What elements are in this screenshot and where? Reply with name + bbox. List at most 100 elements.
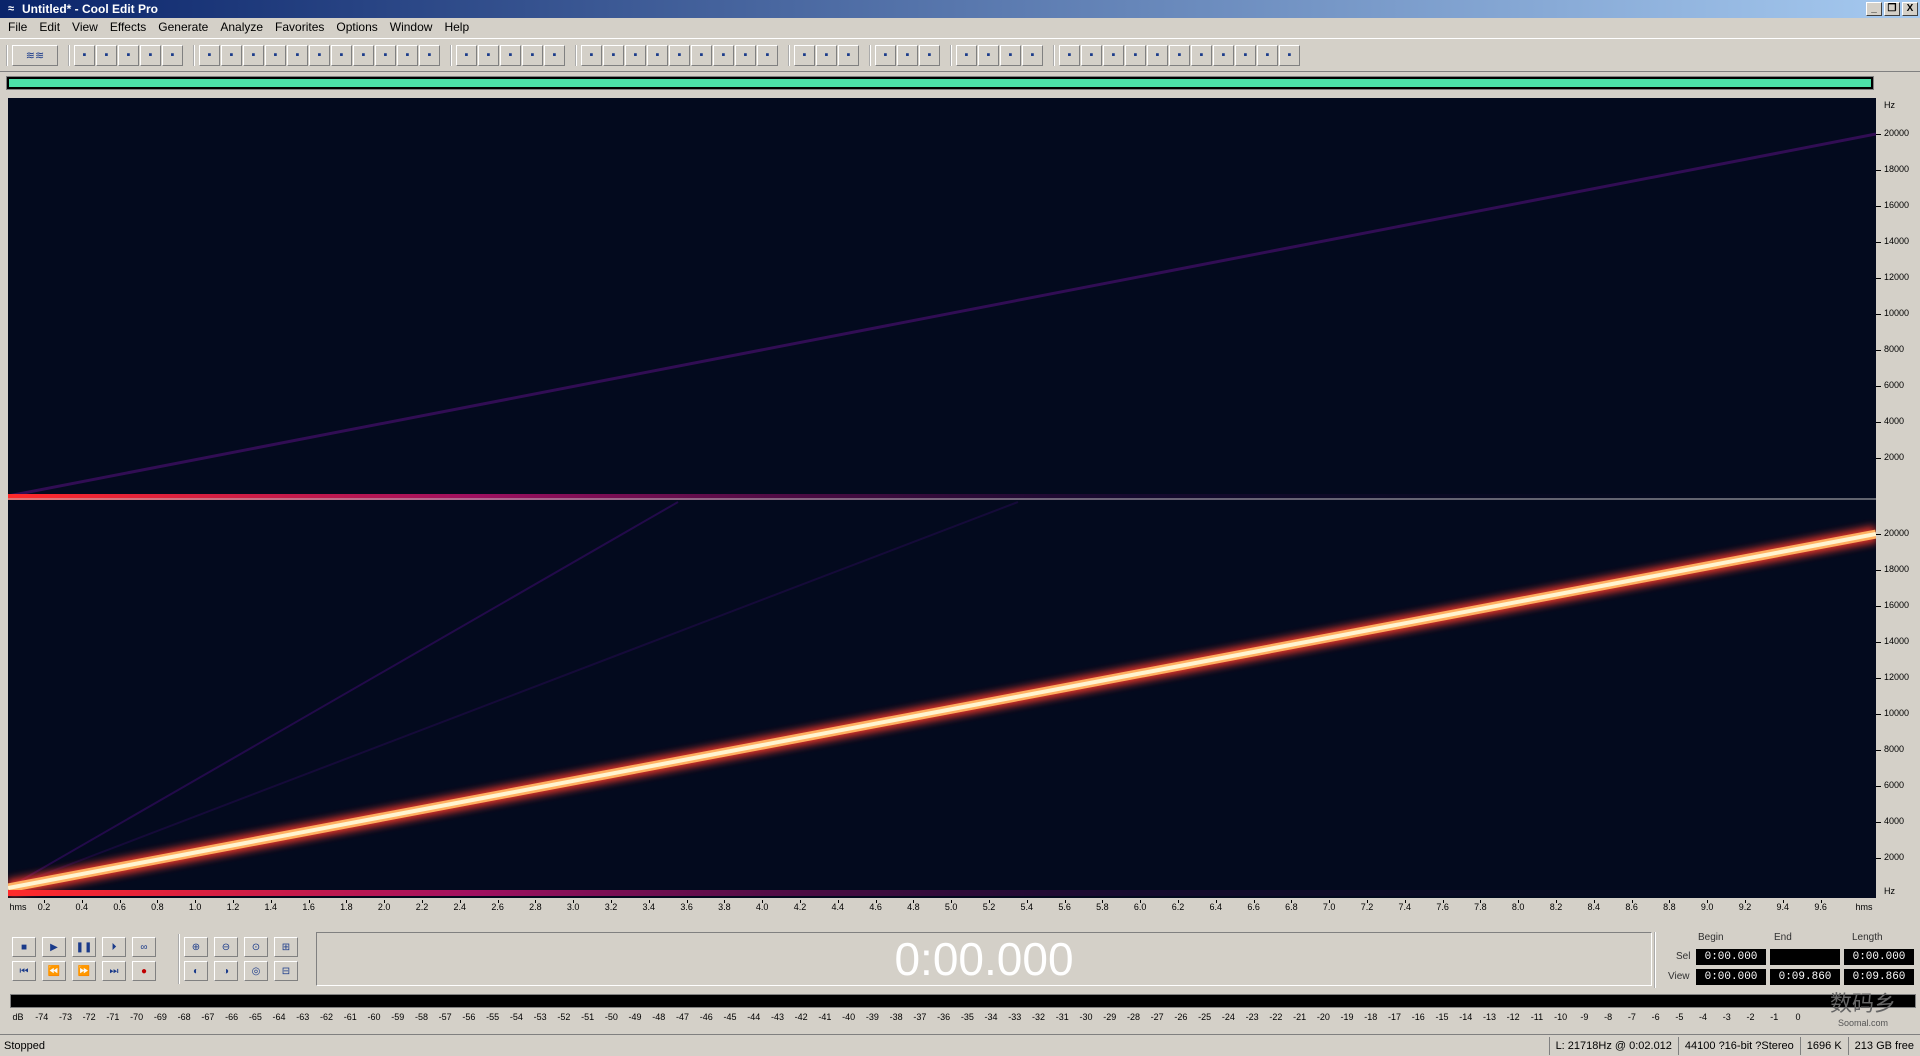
frequency-tick <box>1876 458 1881 459</box>
eq-icon[interactable]: ▪ <box>978 44 999 66</box>
sweep-icon[interactable]: ▪ <box>1213 44 1234 66</box>
frame-icon[interactable]: ▪ <box>713 44 734 66</box>
batch-icon[interactable]: ▪ <box>816 44 837 66</box>
play-icon[interactable]: ▪ <box>647 44 668 66</box>
app-window: ≈ Untitled* - Cool Edit Pro _ ❐ X File E… <box>0 0 1920 1056</box>
play-icon[interactable]: ▶ <box>42 937 66 957</box>
level-meter-label: -28 <box>1126 1012 1140 1022</box>
level-meter-label: -47 <box>676 1012 690 1022</box>
find-icon[interactable]: ▪ <box>919 44 940 66</box>
normalize-icon[interactable]: ▪ <box>1103 44 1124 66</box>
menu-generate[interactable]: Generate <box>152 18 214 37</box>
loop-icon[interactable]: ▪ <box>669 44 690 66</box>
sel-begin-field[interactable]: 0:00.000 <box>1696 949 1766 965</box>
close-file-icon[interactable]: ▪ <box>162 44 183 66</box>
spectral-view[interactable] <box>8 98 1876 898</box>
menu-analyze[interactable]: Analyze <box>214 18 269 37</box>
spectral-view-icon[interactable]: ▪ <box>456 44 477 66</box>
view-end-field[interactable]: 0:09.860 <box>1770 969 1840 985</box>
menu-file[interactable]: File <box>2 18 33 37</box>
undo-icon[interactable]: ▪ <box>199 44 220 66</box>
zoom-selection-icon[interactable]: ▪ <box>375 44 396 66</box>
cut-icon[interactable]: ▪ <box>243 44 264 66</box>
menu-view[interactable]: View <box>66 18 104 37</box>
record-icon[interactable]: ● <box>132 961 156 981</box>
bend-icon[interactable]: ▪ <box>1191 44 1212 66</box>
region-icon[interactable]: ▪ <box>603 44 624 66</box>
fade-icon[interactable]: ▪ <box>1081 44 1102 66</box>
menu-options[interactable]: Options <box>330 18 383 37</box>
play-to-end-icon[interactable]: ⏵ <box>102 937 126 957</box>
menu-window[interactable]: Window <box>384 18 439 37</box>
scan-icon[interactable]: ▪ <box>897 44 918 66</box>
menu-edit[interactable]: Edit <box>33 18 66 37</box>
reverse-icon[interactable]: ▪ <box>1257 44 1278 66</box>
snap-icon[interactable]: ▪ <box>500 44 521 66</box>
rewind-icon[interactable]: ⏪ <box>42 961 66 981</box>
play-selection-icon[interactable]: ▪ <box>419 44 440 66</box>
save-icon[interactable]: ▪ <box>118 44 139 66</box>
minimize-button[interactable]: _ <box>1866 2 1882 16</box>
zoom-vertical-out-icon[interactable]: ⊟ <box>274 961 298 981</box>
filter-icon[interactable]: ▪ <box>1000 44 1021 66</box>
open-file-icon[interactable]: ▪ <box>96 44 117 66</box>
pitch-icon[interactable]: ▪ <box>1169 44 1190 66</box>
overview-visible-range[interactable] <box>9 79 1871 87</box>
sel-length-field[interactable]: 0:00.000 <box>1844 949 1914 965</box>
menu-help[interactable]: Help <box>438 18 475 37</box>
mixer-icon[interactable]: ▪ <box>956 44 977 66</box>
silence-icon[interactable]: ▪ <box>1279 44 1300 66</box>
crop-icon[interactable]: ▪ <box>397 44 418 66</box>
select-all-icon[interactable]: ▪ <box>353 44 374 66</box>
envelope-icon[interactable]: ▪ <box>478 44 499 66</box>
stop-icon[interactable]: ■ <box>12 937 36 957</box>
zoom-vertical-in-icon[interactable]: ⊞ <box>274 937 298 957</box>
menu-favorites[interactable]: Favorites <box>269 18 330 37</box>
time-label: 1.6 <box>302 902 315 912</box>
close-button[interactable]: X <box>1902 2 1918 16</box>
mix-paste-icon[interactable]: ▪ <box>309 44 330 66</box>
frequency-label: 16000 <box>1884 200 1910 210</box>
view-begin-field[interactable]: 0:00.000 <box>1696 969 1766 985</box>
zoom-out-icon[interactable]: ⊖ <box>214 937 238 957</box>
zoom-right-icon[interactable]: ◑ <box>214 961 238 981</box>
reverb-icon[interactable]: ▪ <box>1147 44 1168 66</box>
loop-icon[interactable]: ∞ <box>132 937 156 957</box>
stretch-icon[interactable]: ▪ <box>625 44 646 66</box>
time-icon[interactable]: ▪ <box>691 44 712 66</box>
overview-bar[interactable] <box>6 76 1874 90</box>
marker-icon[interactable]: ▪ <box>581 44 602 66</box>
waveform-view-icon[interactable]: ≋≋ <box>12 44 58 66</box>
sel-end-field[interactable] <box>1770 949 1840 965</box>
fast-forward-icon[interactable]: ⏩ <box>72 961 96 981</box>
grid-icon[interactable]: ▪ <box>522 44 543 66</box>
go-to-start-icon[interactable]: ⏮ <box>12 961 36 981</box>
zoom-selection-icon[interactable]: ◎ <box>244 961 268 981</box>
save-all-icon[interactable]: ▪ <box>140 44 161 66</box>
list-icon[interactable]: ▪ <box>875 44 896 66</box>
script-icon[interactable]: ▪ <box>794 44 815 66</box>
paste-icon[interactable]: ▪ <box>287 44 308 66</box>
trim-icon[interactable]: ▪ <box>331 44 352 66</box>
delay-icon[interactable]: ▪ <box>1125 44 1146 66</box>
menu-effects[interactable]: Effects <box>104 18 152 37</box>
time-ruler[interactable]: hms hms 0.2 0.4 0.6 0.8 1.0 1.2 1.4 1.6 1.8 2.0 2.2 2… <box>8 900 1876 916</box>
amplify-icon[interactable]: ▪ <box>1059 44 1080 66</box>
zoom-left-icon[interactable]: ◐ <box>184 961 208 981</box>
pause-icon[interactable]: ❚❚ <box>72 937 96 957</box>
zoom-full-icon[interactable]: ⊙ <box>244 937 268 957</box>
copy-icon[interactable]: ▪ <box>265 44 286 66</box>
redo-icon[interactable]: ▪ <box>221 44 242 66</box>
cue-icon[interactable]: ▪ <box>544 44 565 66</box>
restore-button[interactable]: ❐ <box>1884 2 1900 16</box>
noise-icon[interactable]: ▪ <box>1022 44 1043 66</box>
invert-icon[interactable]: ▪ <box>1235 44 1256 66</box>
new-file-icon[interactable]: ▪ <box>74 44 95 66</box>
view-length-field[interactable]: 0:09.860 <box>1844 969 1914 985</box>
go-to-end-icon[interactable]: ⏭ <box>102 961 126 981</box>
monitor-icon[interactable]: ▪ <box>757 44 778 66</box>
meter-icon[interactable]: ▪ <box>735 44 756 66</box>
help-icon[interactable]: ▪ <box>838 44 859 66</box>
cool-edit-icon: ≈ <box>7 3 15 15</box>
zoom-in-icon[interactable]: ⊕ <box>184 937 208 957</box>
